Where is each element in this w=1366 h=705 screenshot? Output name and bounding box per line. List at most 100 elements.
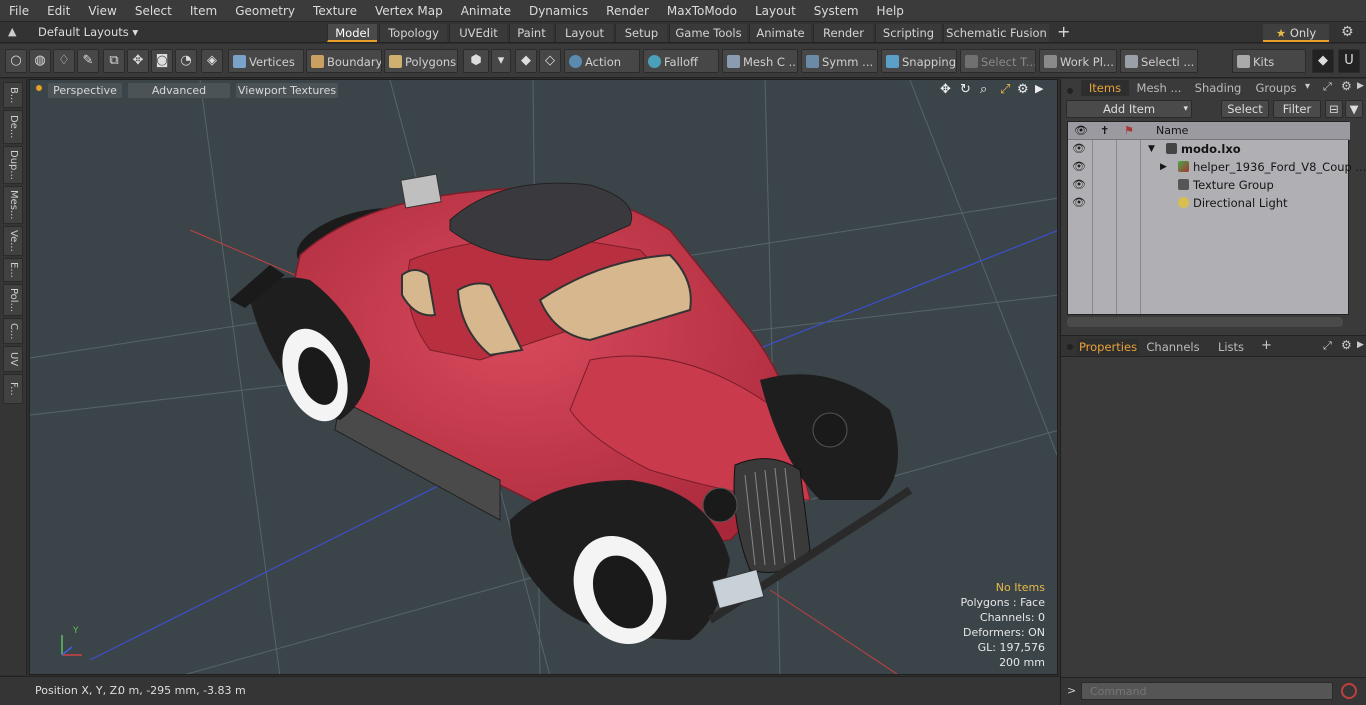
boundary-button[interactable]: Boundary — [306, 49, 382, 73]
select-button[interactable]: Select — [1221, 100, 1269, 118]
panel-gear-icon[interactable]: ⚙ — [1341, 79, 1352, 93]
falloff-button[interactable]: Falloff — [643, 49, 719, 73]
tab-vertex[interactable]: Ve... — [3, 226, 23, 256]
menu-vertex-map[interactable]: Vertex Map — [366, 4, 452, 18]
command-input[interactable] — [1081, 682, 1333, 700]
expand-arrow-icon[interactable]: ▶ — [1160, 158, 1167, 176]
mesh-constraint-button[interactable]: Mesh C ... — [722, 49, 798, 73]
menu-edit[interactable]: Edit — [38, 4, 79, 18]
tab-items[interactable]: Items — [1081, 80, 1129, 96]
menu-geometry[interactable]: Geometry — [226, 4, 304, 18]
add-item-button[interactable]: Add Item ▾ — [1066, 100, 1192, 118]
viewport-menu-arrow-icon[interactable]: ▶ — [1035, 82, 1043, 95]
menu-help[interactable]: Help — [868, 4, 913, 18]
menu-maxtomodo[interactable]: MaxToModo — [658, 4, 746, 18]
kits-button[interactable]: Kits — [1232, 49, 1306, 73]
tab-shading[interactable]: Shading — [1189, 80, 1247, 96]
select-circle-icon[interactable]: ○ — [5, 49, 27, 73]
maximize-icon[interactable]: ⤢ — [1000, 82, 1010, 97]
select-through-button[interactable]: Select T... — [960, 49, 1036, 73]
record-icon[interactable] — [1341, 683, 1357, 699]
eye-icon[interactable]: 👁 — [1072, 158, 1086, 176]
perspective-dropdown[interactable]: Perspective — [48, 83, 122, 98]
viewport-textures-dropdown[interactable]: Viewport Textures — [236, 83, 338, 98]
tab-properties[interactable]: Properties — [1077, 339, 1139, 355]
tab-basic[interactable]: B... — [3, 82, 23, 108]
funnel-icon[interactable]: ▼ — [1345, 100, 1363, 118]
props-arrow-icon[interactable]: ▶ — [1357, 340, 1364, 350]
scale-icon[interactable]: ◔ — [175, 49, 197, 73]
action-center-button[interactable]: Action — [564, 49, 640, 73]
list-item[interactable]: 👁 ▶ helper_1936_Ford_V8_Coup ... — [1068, 158, 1366, 176]
collapse-icon[interactable]: ⊟ — [1325, 100, 1343, 118]
menu-dynamics[interactable]: Dynamics — [520, 4, 597, 18]
tab-deform[interactable]: De... — [3, 110, 23, 144]
tab-mesh[interactable]: Mesh ... — [1133, 80, 1185, 96]
unreal-icon[interactable]: U — [1338, 49, 1360, 73]
tab-game-tools[interactable]: Game Tools — [669, 24, 747, 42]
item-mode-icon[interactable]: ◈ — [201, 49, 223, 73]
eye-icon[interactable]: 👁 — [1072, 176, 1086, 194]
tab-model[interactable]: Model — [327, 24, 377, 42]
list-item[interactable]: 👁 Directional Light — [1068, 194, 1350, 212]
menu-select[interactable]: Select — [126, 4, 181, 18]
visibility-eye-icon[interactable]: 👁 — [1074, 122, 1088, 140]
tab-topology[interactable]: Topology — [379, 24, 447, 42]
work-plane-button[interactable]: Work Pl... — [1039, 49, 1117, 73]
brush-icon[interactable]: ✎ — [77, 49, 99, 73]
tab-mesh-edit[interactable]: Mes... — [3, 186, 23, 224]
tab-layout[interactable]: Layout — [555, 24, 613, 42]
filter-button[interactable]: Filter — [1273, 100, 1321, 118]
move-icon[interactable]: ✥ — [127, 49, 149, 73]
menu-render[interactable]: Render — [597, 4, 658, 18]
tab-channels[interactable]: Channels — [1143, 339, 1203, 355]
zoom-icon[interactable]: ⌕ — [980, 82, 987, 97]
collapse-arrow-icon[interactable]: ▼ — [1148, 140, 1155, 158]
eye-icon[interactable]: 👁 — [1072, 140, 1086, 158]
menu-layout[interactable]: Layout — [746, 4, 805, 18]
tab-uvedit[interactable]: UVEdit — [449, 24, 507, 42]
only-button[interactable]: ★ Only — [1263, 24, 1329, 42]
gear-icon[interactable]: ⚙ — [1341, 24, 1354, 40]
tab-render[interactable]: Render — [813, 24, 873, 42]
tab-paint[interactable]: Paint — [509, 24, 553, 42]
menu-file[interactable]: File — [0, 4, 38, 18]
lasso-icon[interactable]: ♢ — [53, 49, 75, 73]
vertices-button[interactable]: Vertices — [228, 49, 304, 73]
props-gear-icon[interactable]: ⚙ — [1341, 338, 1352, 352]
tab-groups[interactable]: Groups — [1251, 80, 1301, 96]
rotate-icon[interactable]: ◙ — [151, 49, 173, 73]
panel-arrow-icon[interactable]: ▶ — [1357, 81, 1364, 91]
add-tab-icon[interactable]: + — [1261, 338, 1272, 353]
tab-lists[interactable]: Lists — [1207, 339, 1255, 355]
globe-icon[interactable]: ◍ — [29, 49, 51, 73]
tab-schematic-fusion[interactable]: Schematic Fusion — [943, 24, 1049, 42]
expand-panel-icon[interactable]: ⤢ — [1323, 80, 1332, 94]
symmetry-shield-icon[interactable]: ◆ — [515, 49, 537, 73]
menu-system[interactable]: System — [805, 4, 868, 18]
tab-animate[interactable]: Animate — [749, 24, 811, 42]
menu-item[interactable]: Item — [181, 4, 226, 18]
selection-sets-button[interactable]: Selecti ... — [1120, 49, 1198, 73]
layout-collapse-icon[interactable]: ▲ — [8, 25, 16, 38]
tab-duplicate[interactable]: Dup... — [3, 146, 23, 184]
add-tab-icon[interactable]: + — [1057, 22, 1070, 41]
tab-polygon[interactable]: Pol... — [3, 284, 23, 316]
viewport-gear-icon[interactable]: ⚙ — [1017, 82, 1029, 97]
menu-view[interactable]: View — [79, 4, 125, 18]
lock-icon[interactable]: ✝ — [1100, 122, 1109, 140]
menu-texture[interactable]: Texture — [304, 4, 366, 18]
snapping-button[interactable]: Snapping — [881, 49, 957, 73]
tab-scripting[interactable]: Scripting — [875, 24, 941, 42]
3d-viewport[interactable]: Y Perspective Advanced Viewport Textures… — [29, 79, 1058, 675]
items-scrollbar[interactable] — [1067, 317, 1343, 327]
orbit-icon[interactable]: ↻ — [960, 82, 971, 97]
tab-curve[interactable]: C... — [3, 318, 23, 344]
transform-icon[interactable]: ⧉ — [103, 49, 125, 73]
eye-icon[interactable]: 👁 — [1072, 194, 1086, 212]
render-icon[interactable]: ⚑ — [1124, 122, 1134, 140]
unity-icon[interactable]: ◆ — [1312, 49, 1334, 73]
menu-animate[interactable]: Animate — [452, 4, 520, 18]
material-mode-icon[interactable]: ⬢ — [463, 49, 489, 73]
symmetry-button[interactable]: Symm ... — [801, 49, 878, 73]
